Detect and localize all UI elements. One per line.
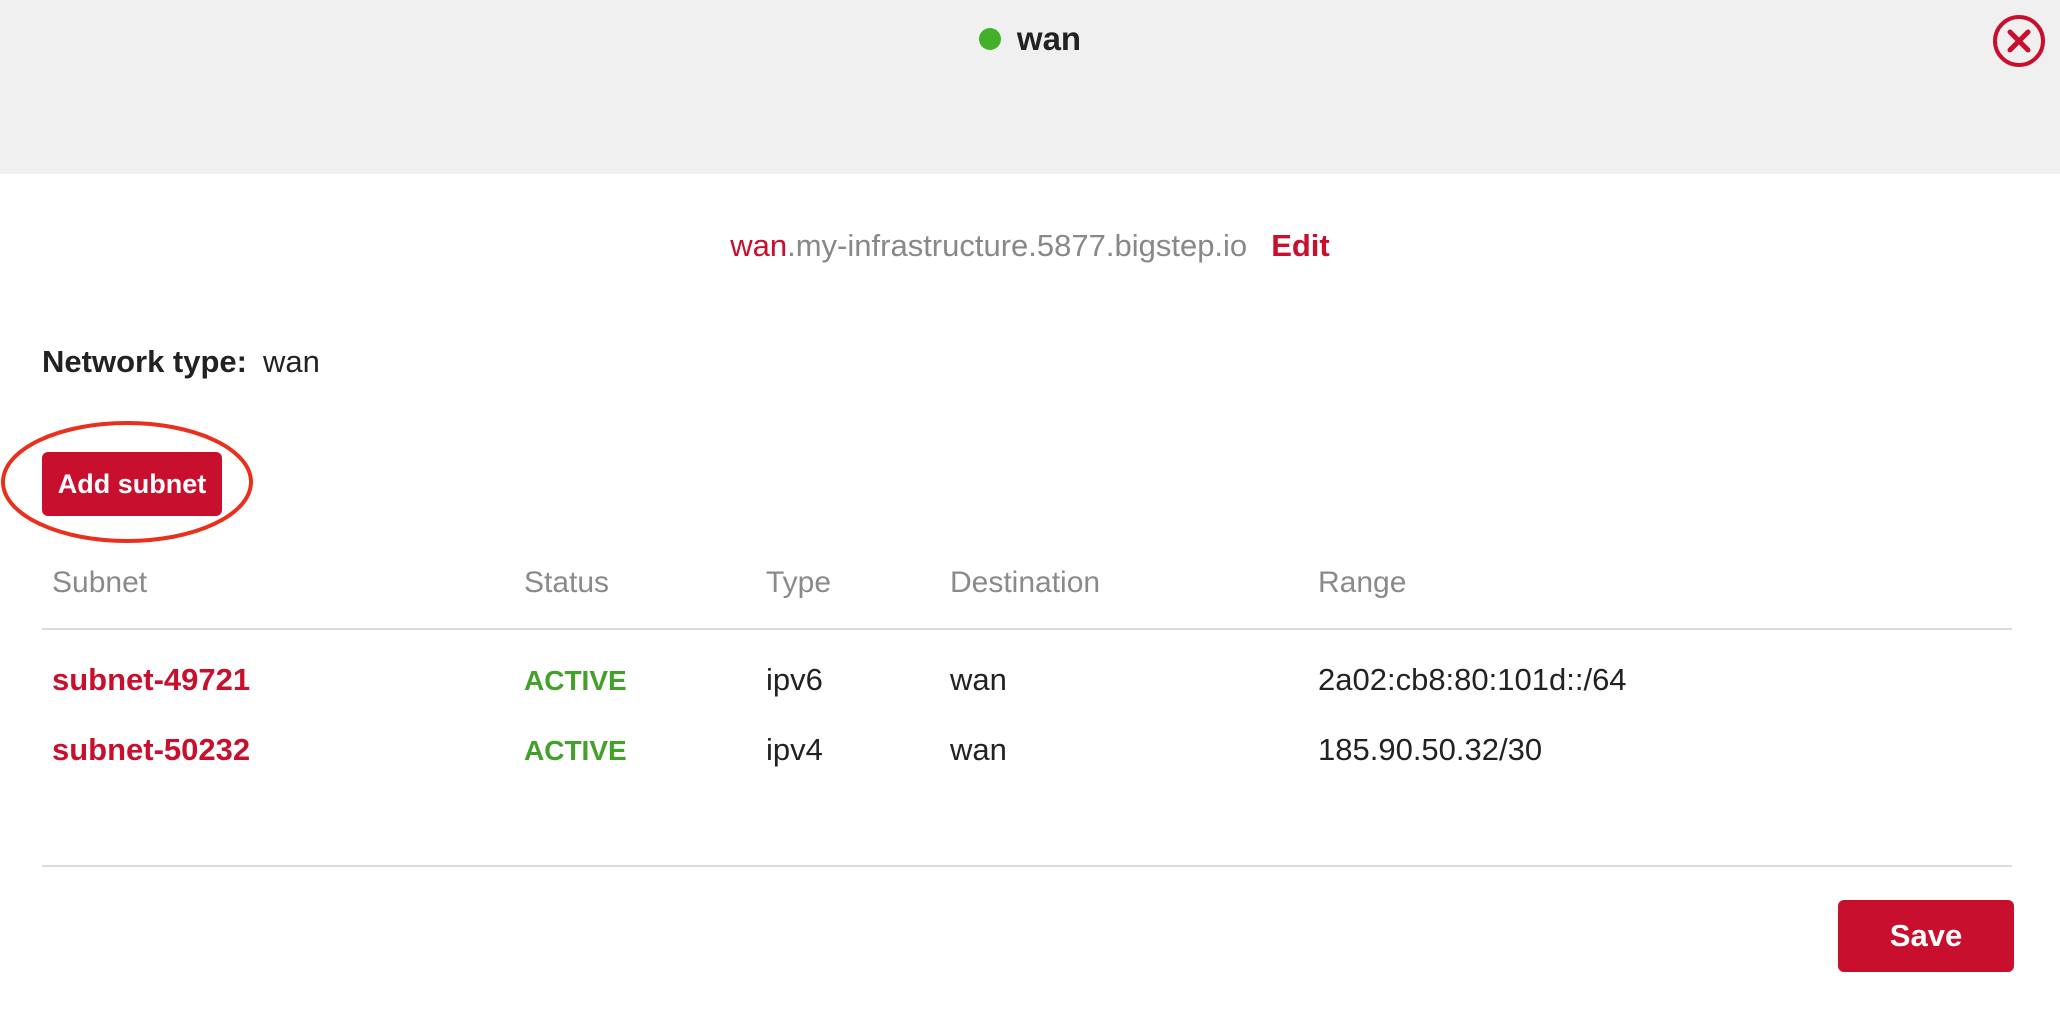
edit-hostname-link[interactable]: Edit [1271,228,1330,264]
subnet-destination: wan [950,732,1007,767]
status-dot-icon [978,28,1001,50]
table-row: subnet-49721 ACTIVE ipv6 wan 2a02:cb8:80… [42,662,2012,722]
hostname-suffix: .my-infrastructure.5877.bigstep.io [787,228,1248,263]
status-badge: ACTIVE [524,735,627,766]
hostname-prefix: wan [730,228,788,263]
subnet-table-header: Subnet Status Type Destination Range [42,558,2012,630]
network-type-value: wan [262,344,320,379]
column-header-subnet: Subnet [52,566,148,599]
hostname-line: wan .my-infrastructure.5877.bigstep.io E… [0,228,2060,264]
column-header-status: Status [524,566,610,599]
column-header-type: Type [766,566,832,599]
column-header-destination: Destination [950,566,1101,599]
save-button[interactable]: Save [1838,900,2014,972]
footer-divider [42,865,2012,867]
subnet-link[interactable]: subnet-49721 [52,662,250,698]
subnet-destination: wan [950,662,1007,697]
subnet-range: 2a02:cb8:80:101d::/64 [1318,662,1627,697]
subnet-type: ipv6 [766,662,823,697]
close-icon[interactable] [1991,13,2047,69]
subnet-modal: wan wan .my-infrastructure.5877.bigstep.… [0,0,2060,1026]
network-type: Network type: wan [42,344,320,380]
add-subnet-button[interactable]: Add subnet [42,452,222,516]
network-type-label: Network type: [42,344,247,379]
column-header-range: Range [1318,566,1407,599]
table-row: subnet-50232 ACTIVE ipv4 wan 185.90.50.3… [42,732,2012,792]
subnet-range: 185.90.50.32/30 [1318,732,1543,767]
subnet-link[interactable]: subnet-50232 [52,732,250,768]
modal-header: wan [0,0,2060,174]
subnet-type: ipv4 [766,732,823,767]
modal-title: wan [0,20,2060,58]
network-name-title: wan [1016,20,1082,57]
status-badge: ACTIVE [524,665,627,696]
